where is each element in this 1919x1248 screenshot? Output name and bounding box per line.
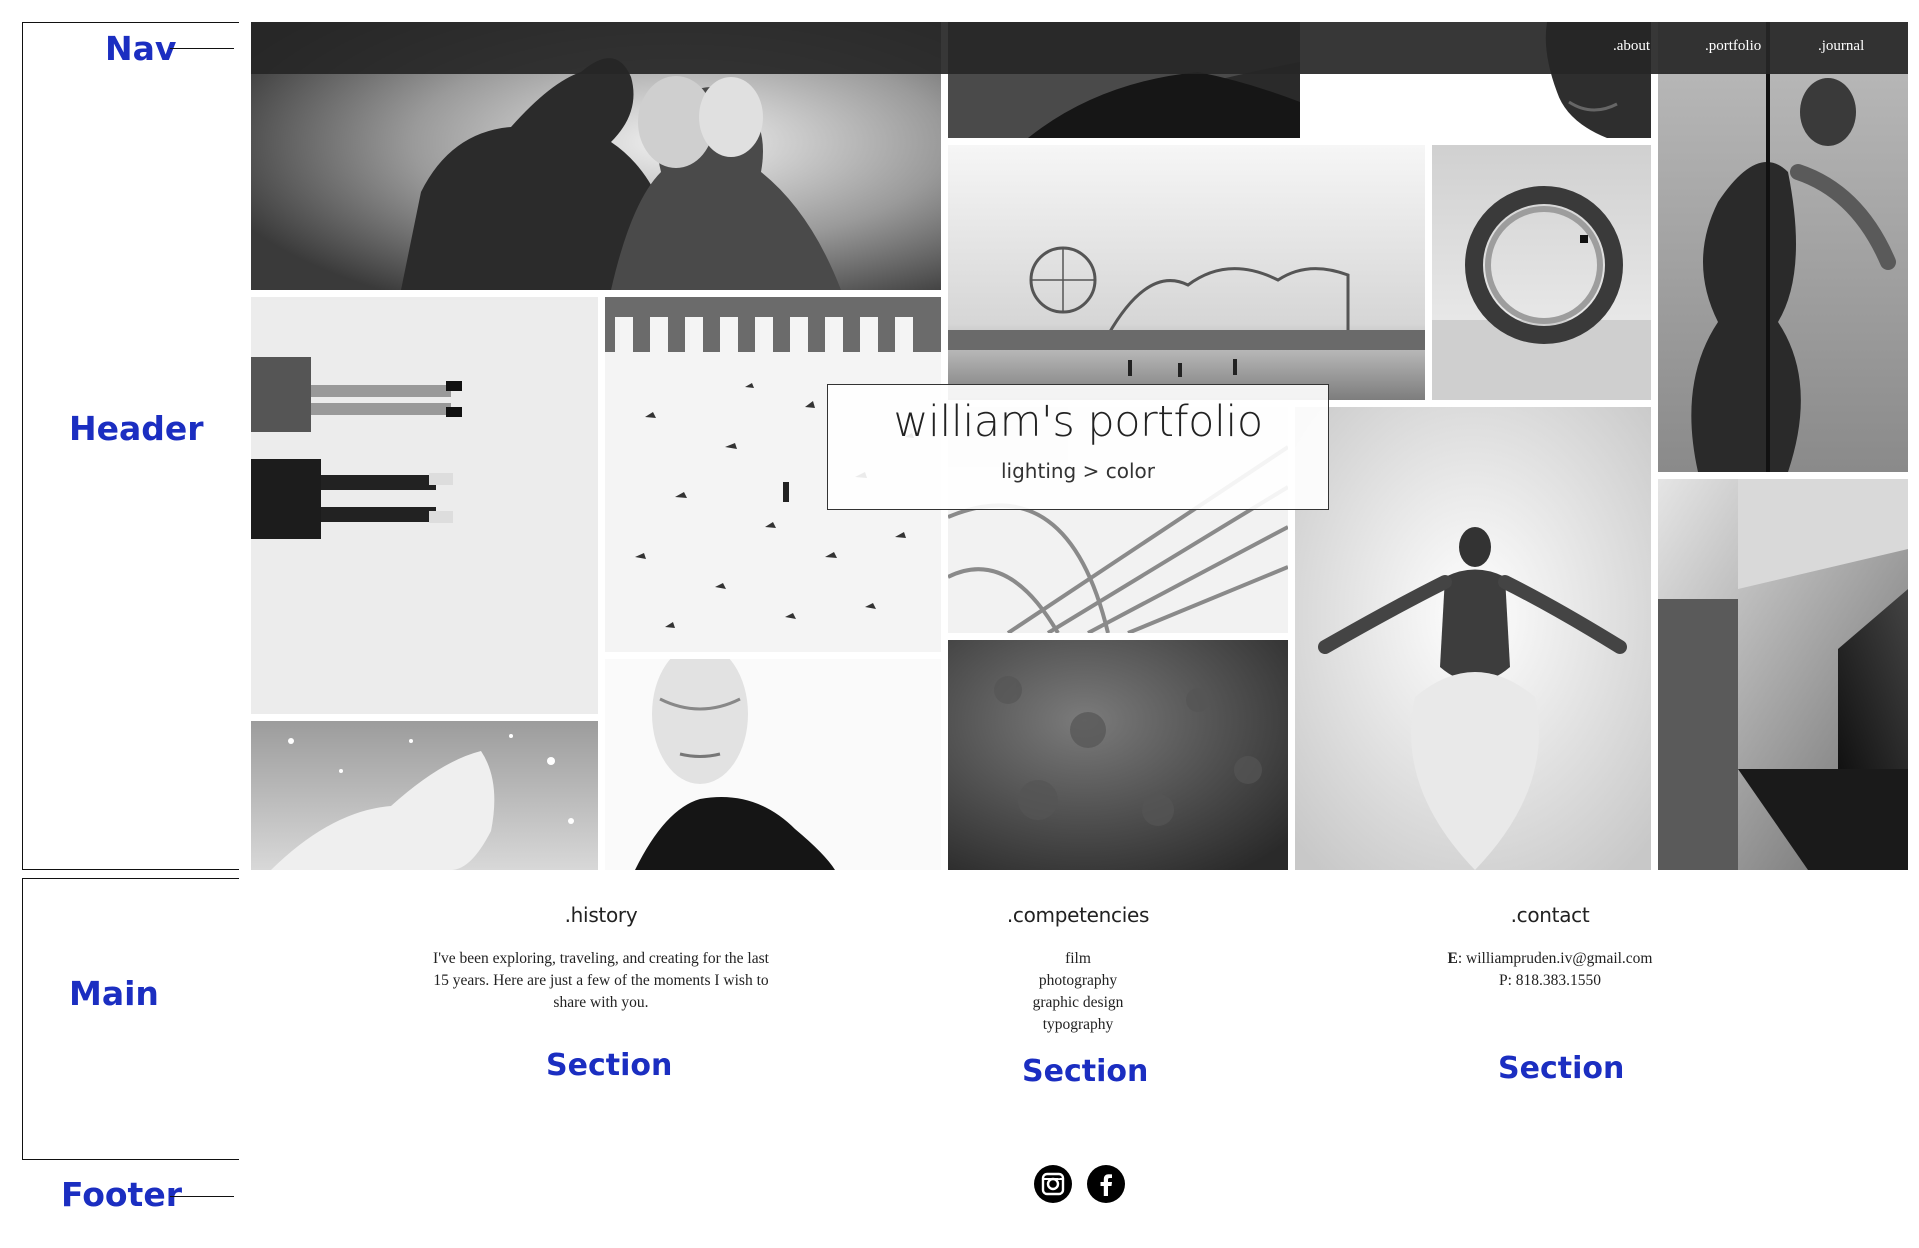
annotation-section-label: Section <box>1498 1051 1625 1086</box>
annotation-main-bracket <box>22 878 239 1160</box>
competency-item: typography <box>1042 1016 1114 1033</box>
section-contact: .contact E: williampruden.iv@gmail.com P… <box>1330 900 1770 992</box>
history-line: share with you. <box>553 994 649 1011</box>
photo-man-portrait[interactable] <box>605 659 941 870</box>
annotation-nav-label: Nav <box>105 29 177 68</box>
contact-phone-row: P: 818.383.1550 <box>1498 972 1602 989</box>
nav-bar: .about .portfolio .journal <box>251 22 1908 74</box>
section-history-heading: .history <box>564 903 638 927</box>
competency-item: photography <box>1038 972 1118 989</box>
photo-stone-texture[interactable] <box>948 640 1288 870</box>
nav-link-portfolio[interactable]: .portfolio <box>1705 38 1761 55</box>
photo-swimmer[interactable] <box>1295 407 1651 870</box>
section-competencies: .competencies film photography graphic d… <box>858 900 1298 1036</box>
section-history: .history I've been exploring, traveling,… <box>381 900 821 1014</box>
nav-link-about[interactable]: .about <box>1613 38 1650 55</box>
annotation-section-label: Section <box>546 1048 673 1083</box>
competency-item: film <box>1065 950 1091 967</box>
annotation-section-label: Section <box>1022 1054 1149 1089</box>
facebook-icon[interactable] <box>1087 1165 1125 1203</box>
annotation-nav-line <box>170 48 234 49</box>
competency-item: graphic design <box>1032 994 1124 1011</box>
annotation-footer-label: Footer <box>61 1175 182 1214</box>
annotation-header-label: Header <box>69 409 204 448</box>
photo-ring-sculpture[interactable] <box>1432 145 1651 400</box>
photo-pier[interactable] <box>948 145 1425 400</box>
section-contact-details: E: williampruden.iv@gmail.com P: 818.383… <box>1330 948 1770 992</box>
site-title-box: william's portfolio lighting > color <box>827 384 1329 510</box>
site-tagline: lighting > color <box>1001 458 1155 483</box>
section-competencies-heading: .competencies <box>1006 903 1150 927</box>
history-line: I've been exploring, traveling, and crea… <box>433 950 769 967</box>
nav-link-journal[interactable]: .journal <box>1818 38 1864 55</box>
contact-email-row: E: williampruden.iv@gmail.com <box>1447 950 1653 967</box>
annotation-footer-line <box>170 1196 234 1197</box>
photo-snow-animal[interactable] <box>251 721 598 870</box>
section-competencies-list: film photography graphic design typograp… <box>858 948 1298 1036</box>
header-collage: william's portfolio lighting > color .ab… <box>251 22 1908 870</box>
contact-phone-label: P <box>1498 972 1508 989</box>
contact-phone: 818.383.1550 <box>1515 972 1602 989</box>
contact-email-label: E <box>1447 950 1458 967</box>
section-history-text: I've been exploring, traveling, and crea… <box>381 948 821 1014</box>
history-line: 15 years. Here are just a few of the mom… <box>433 972 769 989</box>
section-contact-heading: .contact <box>1510 903 1590 927</box>
photo-abstract-geometry[interactable] <box>1658 479 1908 870</box>
instagram-icon[interactable] <box>1034 1165 1072 1203</box>
annotation-main-label: Main <box>69 974 159 1013</box>
contact-email-link[interactable]: williampruden.iv@gmail.com <box>1466 950 1652 967</box>
photo-cello-woman[interactable] <box>1658 22 1908 472</box>
photo-legs-floating[interactable] <box>251 297 598 714</box>
site-title: william's portfolio <box>893 397 1263 447</box>
